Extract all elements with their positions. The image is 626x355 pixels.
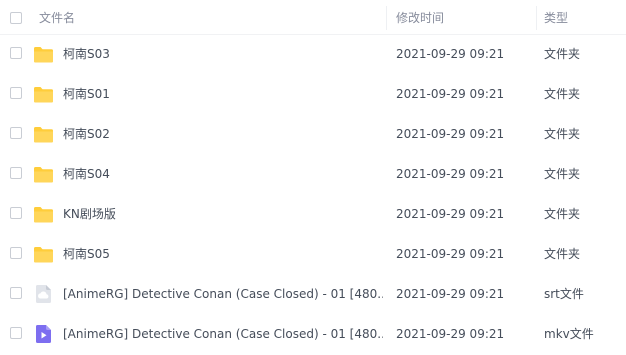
modified-time: 2021-09-29 09:21 xyxy=(396,47,505,61)
file-type: mkv文件 xyxy=(544,327,594,341)
folder-icon xyxy=(33,84,54,104)
file-type: 文件夹 xyxy=(544,167,581,181)
file-name[interactable]: KN剧场版 xyxy=(63,206,116,222)
modified-time: 2021-09-29 09:21 xyxy=(396,287,505,301)
folder-icon xyxy=(33,164,54,184)
modified-time: 2021-09-29 09:21 xyxy=(396,127,505,141)
subtitle-file-icon xyxy=(33,284,54,304)
modified-time: 2021-09-29 09:21 xyxy=(396,207,505,221)
column-divider[interactable] xyxy=(386,6,387,30)
file-type: 文件夹 xyxy=(544,207,581,221)
row-checkbox[interactable] xyxy=(10,207,22,219)
video-file-icon xyxy=(33,324,54,344)
row-checkbox[interactable] xyxy=(10,47,22,59)
modified-time: 2021-09-29 09:21 xyxy=(396,247,505,261)
modified-time: 2021-09-29 09:21 xyxy=(396,327,505,341)
folder-icon xyxy=(33,124,54,144)
modified-time: 2021-09-29 09:21 xyxy=(396,167,505,181)
row-checkbox[interactable] xyxy=(10,127,22,139)
file-list-table: 文件名 修改时间 类型 柯南S03 2021-09-29 09:21 文件夹 柯… xyxy=(0,0,626,355)
column-header-modified[interactable]: 修改时间 xyxy=(396,10,444,26)
file-name[interactable]: 柯南S02 xyxy=(63,126,110,142)
table-row[interactable]: 柯南S05 2021-09-29 09:21 文件夹 xyxy=(0,234,626,274)
file-name[interactable]: 柯南S01 xyxy=(63,86,110,102)
select-all-checkbox[interactable] xyxy=(10,12,22,24)
file-type: 文件夹 xyxy=(544,87,581,101)
table-row[interactable]: [AnimeRG] Detective Conan (Case Closed) … xyxy=(0,274,626,314)
table-row[interactable]: 柯南S03 2021-09-29 09:21 文件夹 xyxy=(0,34,626,74)
row-checkbox[interactable] xyxy=(10,87,22,99)
file-name[interactable]: 柯南S05 xyxy=(63,246,110,262)
file-type: 文件夹 xyxy=(544,127,581,141)
folder-icon xyxy=(33,244,54,264)
table-row[interactable]: 柯南S02 2021-09-29 09:21 文件夹 xyxy=(0,114,626,154)
file-type: 文件夹 xyxy=(544,47,581,61)
table-row[interactable]: KN剧场版 2021-09-29 09:21 文件夹 xyxy=(0,194,626,234)
table-row[interactable]: 柯南S04 2021-09-29 09:21 文件夹 xyxy=(0,154,626,194)
row-checkbox[interactable] xyxy=(10,167,22,179)
row-checkbox[interactable] xyxy=(10,247,22,259)
table-row[interactable]: [AnimeRG] Detective Conan (Case Closed) … xyxy=(0,314,626,354)
file-name[interactable]: 柯南S04 xyxy=(63,166,110,182)
file-name[interactable]: [AnimeRG] Detective Conan (Case Closed) … xyxy=(63,286,383,302)
row-checkbox[interactable] xyxy=(10,287,22,299)
modified-time: 2021-09-29 09:21 xyxy=(396,87,505,101)
row-checkbox[interactable] xyxy=(10,327,22,339)
column-divider[interactable] xyxy=(536,6,537,30)
column-header-name[interactable]: 文件名 xyxy=(39,10,75,26)
folder-icon xyxy=(33,44,54,64)
file-name[interactable]: 柯南S03 xyxy=(63,46,110,62)
column-header-type[interactable]: 类型 xyxy=(544,10,568,26)
file-type: 文件夹 xyxy=(544,247,581,261)
table-row[interactable]: 柯南S01 2021-09-29 09:21 文件夹 xyxy=(0,74,626,114)
file-type: srt文件 xyxy=(544,287,584,301)
folder-icon xyxy=(33,204,54,224)
table-header: 文件名 修改时间 类型 xyxy=(0,0,626,35)
file-name[interactable]: [AnimeRG] Detective Conan (Case Closed) … xyxy=(63,326,383,342)
